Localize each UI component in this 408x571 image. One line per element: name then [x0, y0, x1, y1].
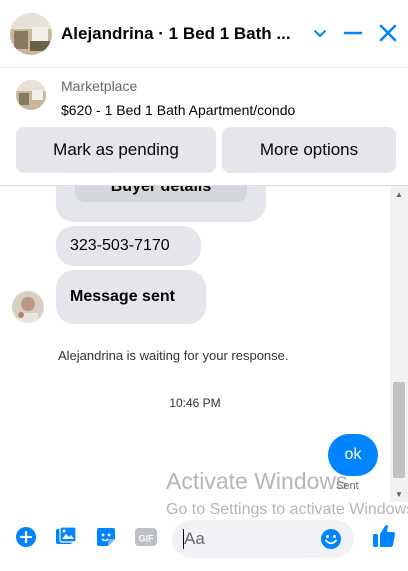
emoji-icon[interactable] — [320, 528, 342, 555]
more-options-button[interactable]: More options — [222, 127, 396, 173]
photo-icon[interactable] — [54, 525, 78, 549]
outgoing-message-text: ok — [344, 446, 362, 463]
marketplace-label: Marketplace — [61, 78, 138, 94]
phone-number-bubble: 323-503-7170 — [56, 226, 201, 266]
message-input-box[interactable] — [172, 520, 354, 558]
like-thumb-icon[interactable] — [370, 522, 398, 550]
chevron-down-icon[interactable] — [305, 18, 335, 48]
minimize-icon[interactable] — [338, 18, 368, 48]
listing-thumbnail[interactable] — [16, 80, 46, 110]
message-input[interactable] — [184, 520, 314, 558]
activate-windows-subtext: Go to Settings to activate Windows. — [166, 501, 408, 518]
gif-icon[interactable]: GIF — [134, 525, 158, 549]
contact-chat-avatar[interactable] — [12, 291, 44, 323]
activate-windows-watermark: Activate Windows — [166, 468, 348, 494]
chat-scrollbar[interactable]: ▲ ▼ — [390, 186, 408, 502]
contact-avatar[interactable] — [10, 13, 52, 55]
message-timestamp: 10:46 PM — [169, 396, 221, 410]
scroll-down-arrow-icon[interactable]: ▼ — [390, 486, 408, 502]
close-icon[interactable] — [373, 18, 403, 48]
message-thread[interactable]: Buyer details 323-503-7170 Message sent … — [0, 186, 390, 502]
scroll-thumb[interactable] — [393, 382, 405, 478]
mark-as-pending-button[interactable]: Mark as pending — [16, 127, 216, 173]
plus-icon[interactable] — [14, 525, 38, 549]
svg-text:GIF: GIF — [139, 534, 155, 544]
buyer-details-title[interactable]: Buyer details — [75, 186, 247, 202]
listing-title[interactable]: $620 - 1 Bed 1 Bath Apartment/condo — [61, 102, 295, 118]
conversation-title[interactable]: Alejandrina · 1 Bed 1 Bath ... — [61, 24, 291, 44]
phone-number-text: 323-503-7170 — [70, 237, 170, 254]
message-sent-text: Message sent — [70, 288, 175, 305]
scroll-up-arrow-icon[interactable]: ▲ — [390, 186, 408, 202]
message-sent-bubble: Message sent — [56, 270, 206, 324]
chat-header: Alejandrina · 1 Bed 1 Bath ... — [0, 0, 408, 68]
waiting-status: Alejandrina is waiting for your response… — [58, 348, 289, 363]
sticker-icon[interactable] — [94, 525, 118, 549]
